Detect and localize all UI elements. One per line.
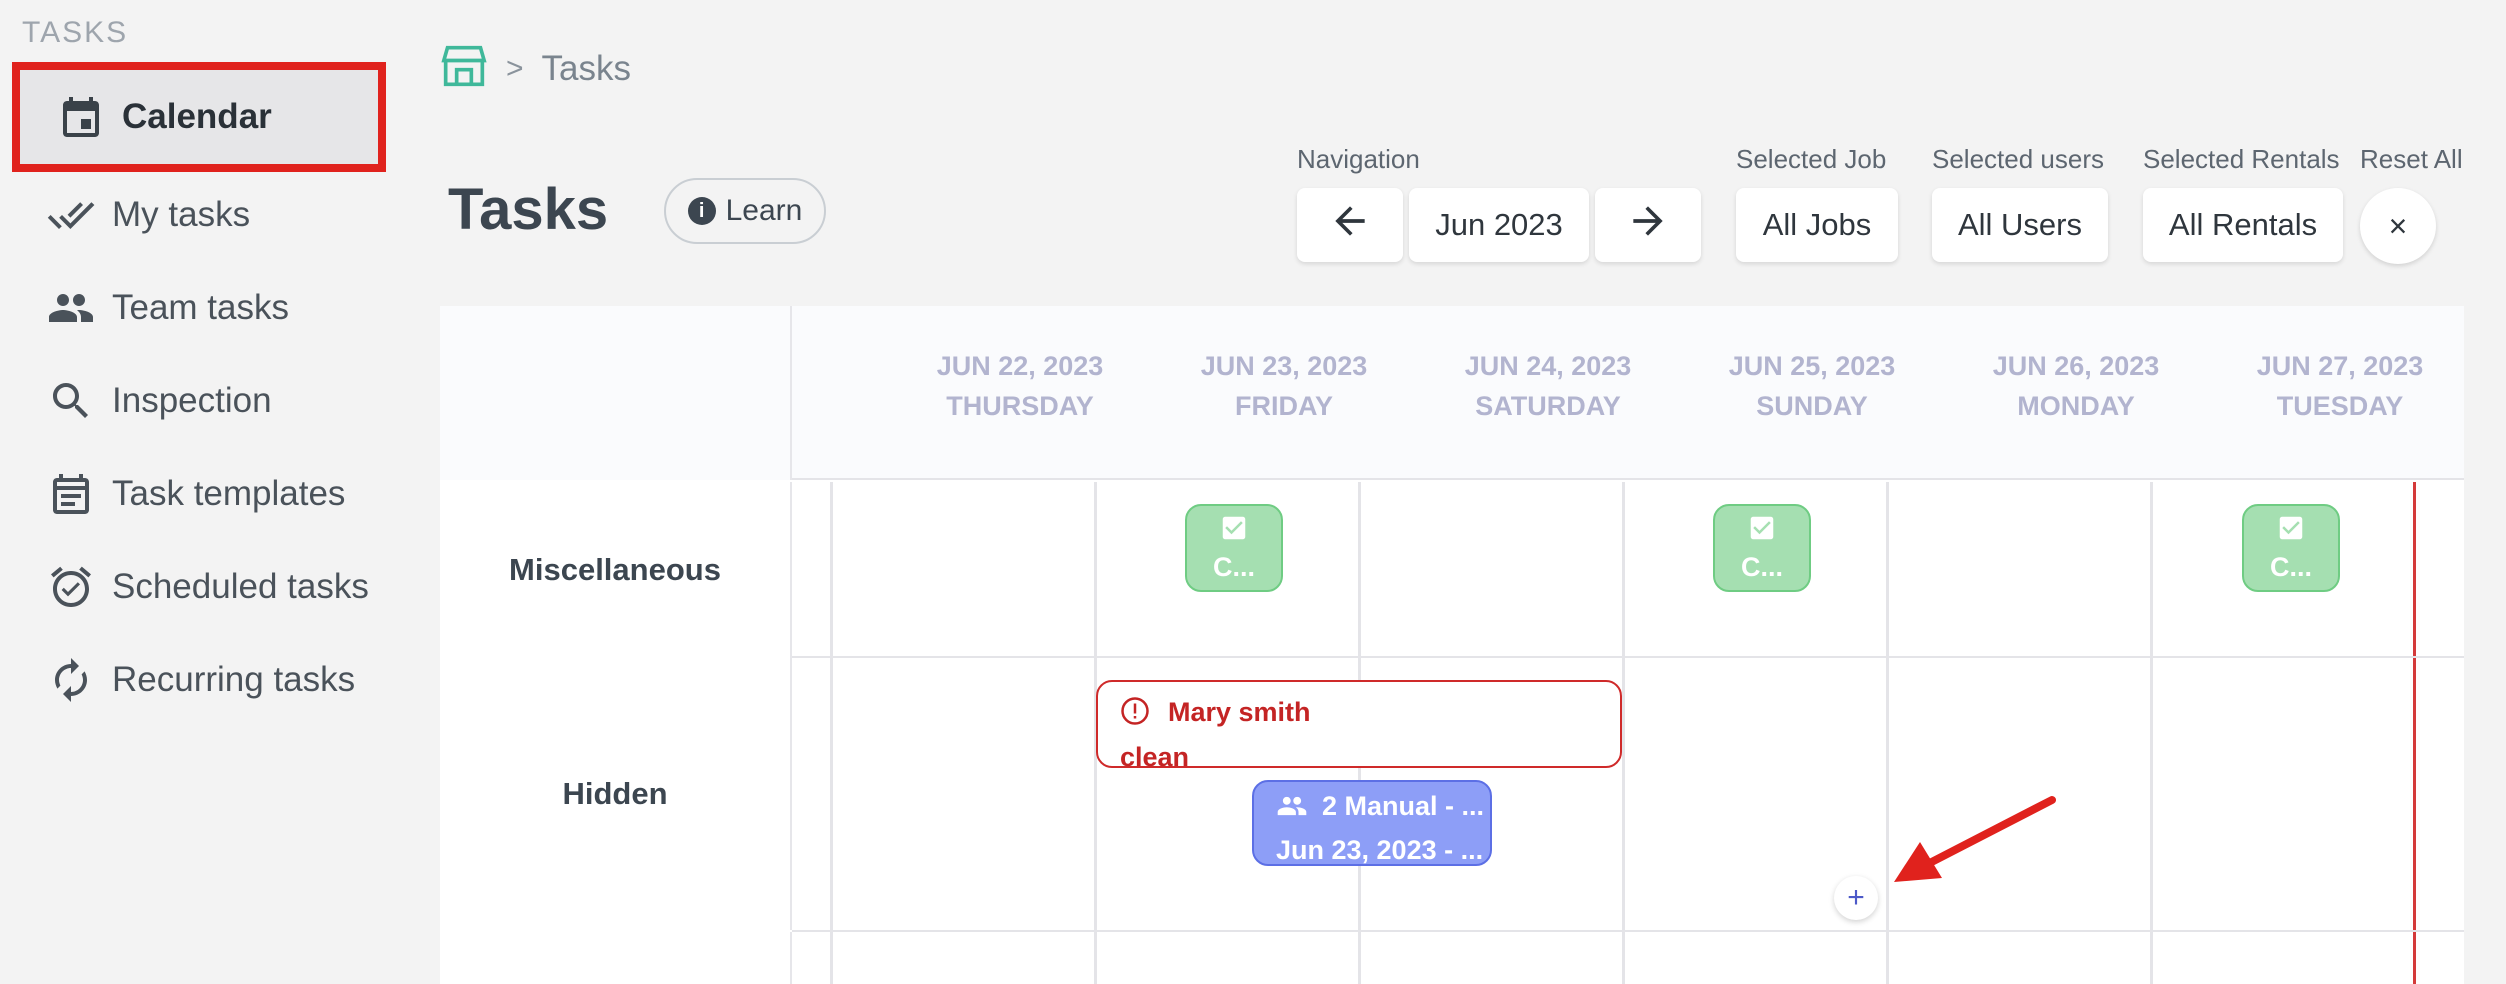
app-root: TASKS Calendar My tasks Team tasks Inspe… — [0, 0, 2506, 984]
sidebar-item-label: Inspection — [112, 381, 272, 420]
day-weekday: TUESDAY — [2276, 391, 2404, 421]
group-task-card[interactable]: 2 Manual - ... Jun 23, 2023 - ... — [1252, 780, 1492, 866]
checkbox-checked-icon — [1747, 513, 1777, 550]
arrow-left-icon — [1328, 199, 1372, 251]
alert-task-title: Mary smith — [1168, 697, 1311, 727]
next-month-button[interactable] — [1595, 188, 1701, 262]
day-date: JUN 25, 2023 — [1728, 351, 1896, 381]
sidebar-section-title: TASKS — [22, 16, 129, 49]
sidebar-item-my-tasks[interactable]: My tasks — [44, 180, 384, 250]
task-chip[interactable]: C... — [1713, 504, 1811, 592]
group-task-date: Jun 23, 2023 - ... — [1276, 835, 1484, 865]
recurring-icon — [44, 653, 98, 707]
sidebar-item-label: My tasks — [112, 195, 251, 234]
grid-line — [2150, 482, 2153, 984]
calendar-icon — [54, 90, 108, 144]
day-weekday: SATURDAY — [1475, 391, 1621, 421]
breadcrumb-separator: > — [506, 51, 524, 85]
info-icon: i — [687, 197, 716, 225]
day-date: JUN 26, 2023 — [1992, 351, 2160, 381]
learn-button[interactable]: i Learn — [664, 178, 826, 244]
day-header[interactable]: JUN 23, 2023 FRIDAY — [1152, 346, 1416, 426]
sidebar-item-label: Team tasks — [112, 288, 289, 327]
navigation-label: Navigation — [1297, 144, 1420, 174]
day-date: JUN 23, 2023 — [1200, 351, 1368, 381]
team-icon — [44, 281, 98, 335]
grid-line — [792, 656, 2464, 658]
task-chip-label: C... — [1212, 552, 1255, 582]
sidebar: TASKS Calendar My tasks Team tasks Inspe… — [0, 0, 400, 984]
sidebar-item-inspection[interactable]: Inspection — [44, 366, 384, 436]
learn-label: Learn — [725, 194, 803, 227]
grid-line — [830, 482, 833, 984]
day-weekday: SUNDAY — [1756, 391, 1868, 421]
reset-all-button[interactable]: × — [2360, 188, 2436, 264]
store-icon[interactable] — [440, 44, 488, 93]
task-chip-label: C... — [1740, 552, 1783, 582]
day-weekday: THURSDAY — [946, 391, 1094, 421]
alert-task-card[interactable]: Mary smith clean — [1096, 680, 1622, 772]
sidebar-item-task-templates[interactable]: Task templates — [44, 459, 384, 529]
day-date: JUN 22, 2023 — [936, 351, 1104, 381]
prev-month-button[interactable] — [1297, 188, 1403, 262]
double-check-icon — [44, 188, 98, 242]
sidebar-item-label: Recurring tasks — [112, 660, 356, 699]
day-date: JUN 24, 2023 — [1464, 351, 1632, 381]
task-chip[interactable]: C... — [1185, 504, 1283, 592]
sidebar-item-team-tasks[interactable]: Team tasks — [44, 273, 384, 343]
day-header[interactable]: JUN 22, 2023 THURSDAY — [888, 346, 1152, 426]
sidebar-item-recurring-tasks[interactable]: Recurring tasks — [44, 645, 384, 715]
sidebar-item-label: Scheduled tasks — [112, 567, 369, 606]
template-icon — [44, 467, 98, 521]
task-chip-label: C... — [2269, 552, 2312, 582]
users-filter-select[interactable]: All Users — [1932, 188, 2108, 262]
alert-task-subtitle: clean — [1120, 742, 1190, 772]
team-icon — [1276, 790, 1308, 830]
breadcrumb: > Tasks — [440, 44, 631, 93]
alert-circle-icon — [1120, 696, 1150, 737]
rentals-filter-select[interactable]: All Rentals — [2143, 188, 2343, 262]
day-weekday: MONDAY — [2017, 391, 2135, 421]
alarm-check-icon — [44, 560, 98, 614]
day-date: JUN 27, 2023 — [2256, 351, 2424, 381]
annotation-arrow-icon — [1894, 796, 2056, 882]
day-header[interactable]: JUN 25, 2023 SUNDAY — [1680, 346, 1944, 426]
breadcrumb-current[interactable]: Tasks — [542, 49, 631, 89]
current-time-line — [2413, 482, 2416, 984]
group-task-title: 2 Manual - ... — [1322, 791, 1485, 821]
add-task-button[interactable]: + — [1834, 876, 1878, 920]
row-label-miscellaneous: Miscellaneous — [440, 482, 792, 658]
calendar-grid: JUN 22, 2023 THURSDAY JUN 23, 2023 FRIDA… — [440, 306, 2464, 984]
sidebar-item-scheduled-tasks[interactable]: Scheduled tasks — [44, 552, 384, 622]
sidebar-item-label: Calendar — [122, 97, 272, 136]
grid-line — [792, 930, 2464, 932]
page-title: Tasks — [448, 177, 609, 242]
checkbox-checked-icon — [2276, 513, 2306, 550]
reset-all-label: Reset All — [2360, 144, 2463, 174]
row-label-empty — [440, 932, 792, 984]
sidebar-item-calendar[interactable]: Calendar — [12, 62, 386, 172]
job-filter-label: Selected Job — [1736, 144, 1887, 174]
users-filter-label: Selected users — [1932, 144, 2104, 174]
row-label-hidden: Hidden — [440, 658, 792, 930]
grid-line — [1622, 482, 1625, 984]
checkbox-checked-icon — [1219, 513, 1249, 550]
sidebar-item-label: Task templates — [112, 474, 346, 513]
day-weekday: FRIDAY — [1234, 391, 1334, 421]
day-header[interactable]: JUN 26, 2023 MONDAY — [1944, 346, 2208, 426]
day-header[interactable]: JUN 27, 2023 TUESDAY — [2208, 346, 2464, 426]
current-month-display[interactable]: Jun 2023 — [1409, 188, 1589, 262]
search-icon — [44, 374, 98, 428]
day-header[interactable]: JUN 24, 2023 SATURDAY — [1416, 346, 1680, 426]
arrow-right-icon — [1626, 199, 1670, 251]
calendar-corner — [440, 306, 792, 480]
task-chip[interactable]: C... — [2242, 504, 2340, 592]
job-filter-select[interactable]: All Jobs — [1736, 188, 1898, 262]
rentals-filter-label: Selected Rentals — [2143, 144, 2340, 174]
grid-line — [1886, 482, 1889, 984]
calendar-header: JUN 22, 2023 THURSDAY JUN 23, 2023 FRIDA… — [792, 306, 2464, 480]
